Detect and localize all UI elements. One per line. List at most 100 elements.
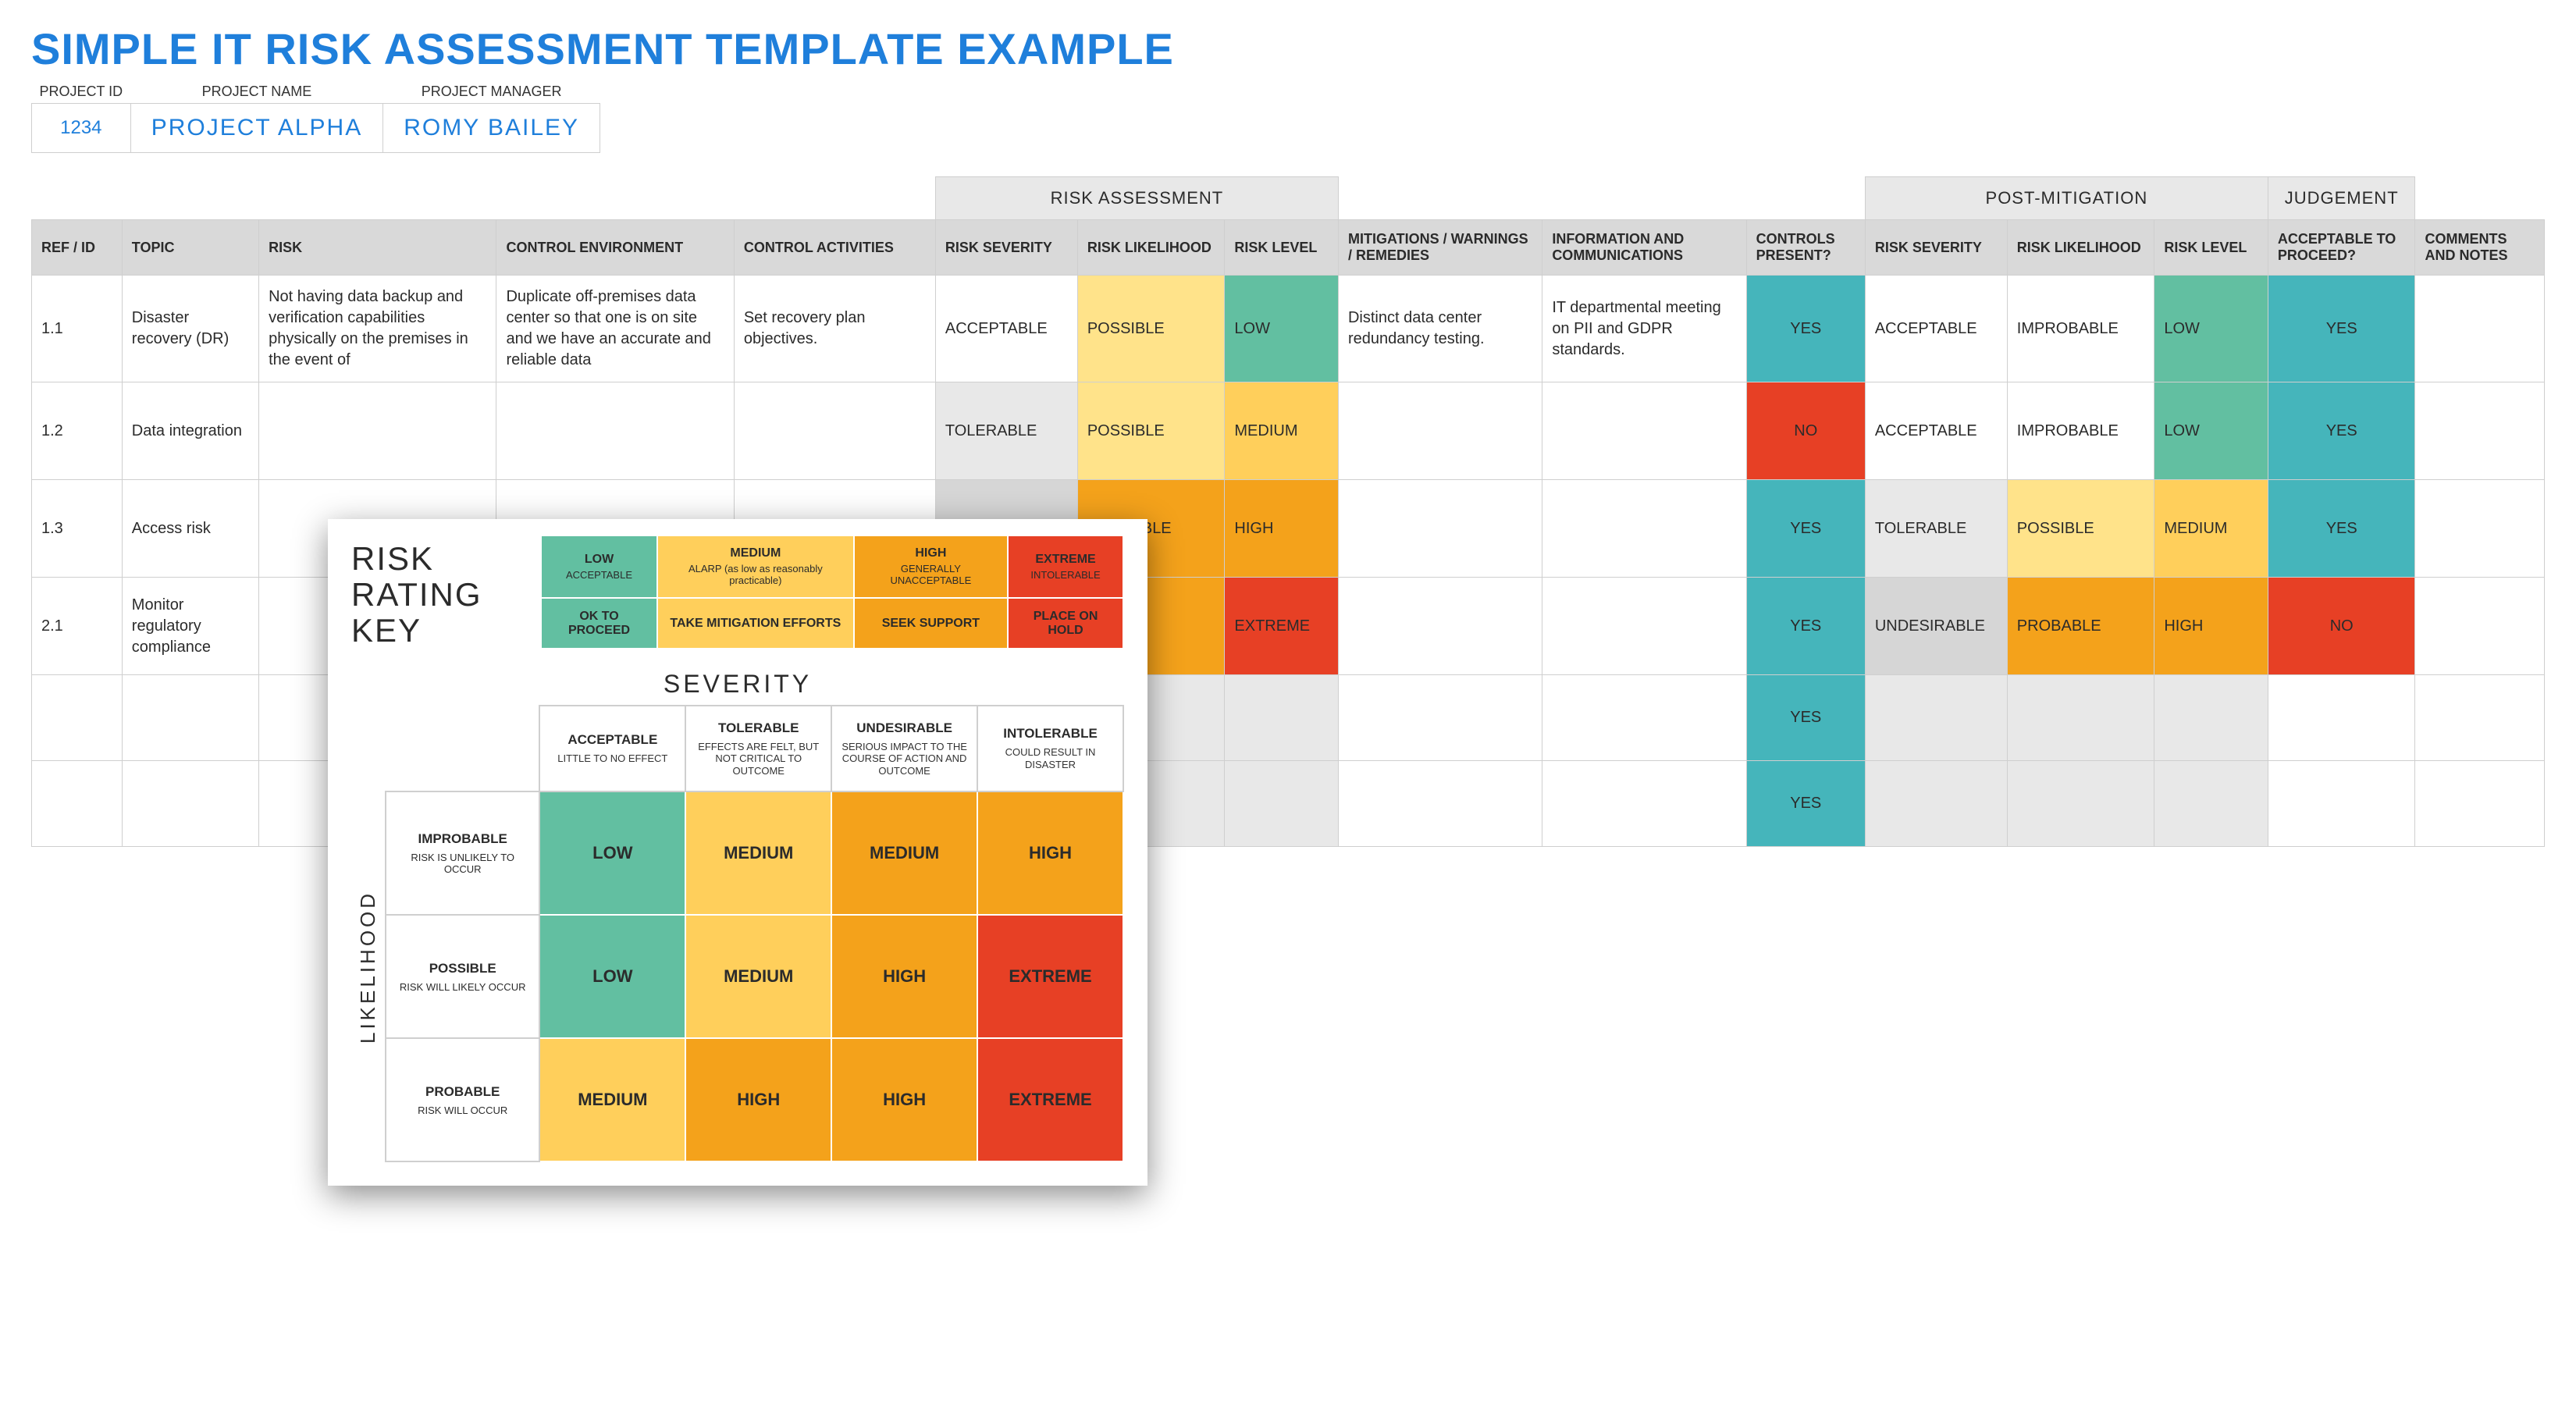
table-cell[interactable]: MEDIUM — [2154, 480, 2268, 578]
table-cell[interactable] — [1542, 382, 1746, 480]
table-row: 1.1Disaster recovery (DR)Not having data… — [32, 276, 2545, 382]
table-cell[interactable] — [2268, 761, 2415, 847]
table-cell[interactable]: YES — [1746, 480, 1865, 578]
table-cell[interactable]: YES — [1746, 675, 1865, 761]
table-cell[interactable]: POSSIBLE — [2007, 480, 2154, 578]
project-name-value[interactable]: PROJECT ALPHA — [130, 104, 383, 153]
table-cell[interactable] — [1865, 761, 2007, 847]
table-cell[interactable]: TOLERABLE — [1865, 480, 2007, 578]
table-cell[interactable] — [122, 675, 258, 761]
table-cell[interactable]: ACCEPTABLE — [1865, 382, 2007, 480]
table-cell[interactable]: Access risk — [122, 480, 258, 578]
hdr-pm-likelihood: RISK LIKELIHOOD — [2007, 220, 2154, 276]
table-cell[interactable]: YES — [2268, 382, 2415, 480]
table-cell[interactable] — [1338, 675, 1542, 761]
table-cell[interactable]: HIGH — [2154, 578, 2268, 675]
table-cell[interactable]: HIGH — [1225, 480, 1339, 578]
table-cell[interactable]: 1.3 — [32, 480, 123, 578]
table-cell[interactable] — [2007, 675, 2154, 761]
table-cell[interactable] — [1542, 480, 1746, 578]
project-name-label: PROJECT NAME — [130, 80, 383, 104]
hdr-comments: COMMENTS AND NOTES — [2415, 220, 2545, 276]
table-cell[interactable]: YES — [2268, 276, 2415, 382]
table-cell[interactable]: Distinct data center redundancy testing. — [1338, 276, 1542, 382]
likelihood-row-header: POSSIBLERISK WILL LIKELY OCCUR — [386, 915, 539, 1038]
table-cell[interactable] — [2154, 675, 2268, 761]
table-cell[interactable] — [2154, 761, 2268, 847]
table-cell[interactable] — [32, 761, 123, 847]
table-cell[interactable]: UNDESIRABLE — [1865, 578, 2007, 675]
table-cell[interactable]: 1.1 — [32, 276, 123, 382]
matrix-cell: EXTREME — [977, 1038, 1123, 1161]
table-cell[interactable]: LOW — [2154, 276, 2268, 382]
table-cell[interactable]: TOLERABLE — [935, 382, 1077, 480]
table-cell[interactable]: Duplicate off-premises data center so th… — [496, 276, 734, 382]
table-cell[interactable]: IMPROBABLE — [2007, 276, 2154, 382]
key-cell: SEEK SUPPORT — [854, 598, 1008, 648]
table-cell[interactable] — [2415, 578, 2545, 675]
table-cell[interactable]: Monitor regulatory compliance — [122, 578, 258, 675]
table-cell[interactable] — [2415, 761, 2545, 847]
hdr-mitigations: MITIGATIONS / WARNINGS / REMEDIES — [1338, 220, 1542, 276]
table-cell[interactable]: YES — [1746, 578, 1865, 675]
table-cell[interactable] — [1542, 675, 1746, 761]
table-cell[interactable]: Set recovery plan objectives. — [734, 276, 935, 382]
table-cell[interactable]: 1.2 — [32, 382, 123, 480]
table-cell[interactable] — [32, 675, 123, 761]
table-cell[interactable]: YES — [1746, 276, 1865, 382]
table-cell[interactable]: PROBABLE — [2007, 578, 2154, 675]
table-cell[interactable] — [1338, 578, 1542, 675]
table-cell[interactable] — [122, 761, 258, 847]
key-cell: MEDIUMALARP (as low as reasonably practi… — [657, 535, 854, 598]
table-cell[interactable]: IT departmental meeting on PII and GDPR … — [1542, 276, 1746, 382]
group-judgement: JUDGEMENT — [2268, 177, 2415, 220]
table-cell[interactable] — [1338, 480, 1542, 578]
table-cell[interactable]: IMPROBABLE — [2007, 382, 2154, 480]
table-cell[interactable] — [1225, 675, 1339, 761]
key-cell: LOWACCEPTABLE — [541, 535, 657, 598]
table-cell[interactable] — [1542, 761, 1746, 847]
project-meta: PROJECT ID PROJECT NAME PROJECT MANAGER … — [31, 80, 2545, 153]
project-manager-value[interactable]: ROMY BAILEY — [383, 104, 600, 153]
hdr-controls-present: CONTROLS PRESENT? — [1746, 220, 1865, 276]
table-cell[interactable]: LOW — [2154, 382, 2268, 480]
hdr-topic: TOPIC — [122, 220, 258, 276]
table-cell[interactable] — [2415, 480, 2545, 578]
table-cell[interactable] — [259, 382, 496, 480]
table-cell[interactable] — [1338, 761, 1542, 847]
table-cell[interactable]: EXTREME — [1225, 578, 1339, 675]
table-cell[interactable]: NO — [2268, 578, 2415, 675]
table-cell[interactable] — [1542, 578, 1746, 675]
table-cell[interactable]: POSSIBLE — [1077, 276, 1225, 382]
table-cell[interactable] — [1338, 382, 1542, 480]
table-cell[interactable] — [2415, 675, 2545, 761]
project-id-value[interactable]: 1234 — [32, 104, 131, 153]
table-cell[interactable] — [2007, 761, 2154, 847]
table-cell[interactable]: 2.1 — [32, 578, 123, 675]
table-cell[interactable]: YES — [1746, 761, 1865, 847]
table-cell[interactable] — [496, 382, 734, 480]
table-cell[interactable]: NO — [1746, 382, 1865, 480]
key-summary-table: LOWACCEPTABLEMEDIUMALARP (as low as reas… — [540, 535, 1124, 649]
likelihood-axis-label: LIKELIHOOD — [351, 772, 385, 1162]
table-cell[interactable] — [2268, 675, 2415, 761]
table-cell[interactable]: Data integration — [122, 382, 258, 480]
table-cell[interactable]: ACCEPTABLE — [1865, 276, 2007, 382]
key-cell: EXTREMEINTOLERABLE — [1008, 535, 1123, 598]
table-cell[interactable] — [734, 382, 935, 480]
table-cell[interactable] — [2415, 276, 2545, 382]
table-cell[interactable]: Disaster recovery (DR) — [122, 276, 258, 382]
matrix-cell: MEDIUM — [831, 791, 977, 915]
table-cell[interactable]: ACCEPTABLE — [935, 276, 1077, 382]
table-cell[interactable]: YES — [2268, 480, 2415, 578]
table-cell[interactable] — [1865, 675, 2007, 761]
severity-col-header: ACCEPTABLELITTLE TO NO EFFECT — [539, 706, 685, 792]
table-cell[interactable] — [1225, 761, 1339, 847]
table-cell[interactable] — [2415, 382, 2545, 480]
table-cell[interactable]: POSSIBLE — [1077, 382, 1225, 480]
key-cell: TAKE MITIGATION EFFORTS — [657, 598, 854, 648]
table-cell[interactable]: MEDIUM — [1225, 382, 1339, 480]
table-cell[interactable]: LOW — [1225, 276, 1339, 382]
table-cell[interactable]: Not having data backup and verification … — [259, 276, 496, 382]
matrix-cell: HIGH — [685, 1038, 831, 1161]
